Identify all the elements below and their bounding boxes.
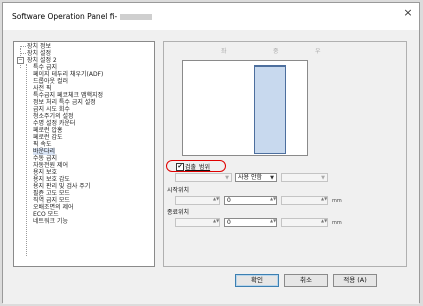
tree-item[interactable]: 수명 설정 카운터 [33, 120, 75, 127]
tree-item[interactable]: 직역 급지 모드 [33, 197, 70, 204]
tree-item[interactable]: 자동전원 제어 [33, 162, 68, 169]
tree-item[interactable]: 오배조면의 제어 [33, 204, 74, 211]
apply-button[interactable]: 적용 (A) [333, 274, 377, 287]
detection-range-row[interactable]: ✔ 검출_범위 [166, 160, 226, 172]
tree-item[interactable]: 필쥰 고도 모드 [33, 190, 70, 197]
end-center-input[interactable]: 0 ▲▼ [224, 218, 277, 227]
tree-line [20, 46, 26, 47]
paper-top-edge [254, 65, 286, 67]
tree-item-selected[interactable]: 바운다리 [33, 148, 56, 155]
start-right-input[interactable]: ▲▼ [281, 196, 328, 205]
redacted-model-name [120, 14, 153, 20]
tree-item[interactable]: 청소주기의 설정 [33, 113, 74, 120]
settings-tree[interactable]: 장치 정보 장치 설정 − 장치 설정 2 특수 급지 페이지 테두리 채우기(… [13, 41, 155, 267]
tree-item[interactable]: ECO 모드 [33, 211, 59, 218]
tree-line [26, 64, 27, 256]
chevron-down-icon: ▼ [321, 175, 325, 181]
tree-item[interactable]: 픽 속도 [33, 141, 51, 148]
start-position-label: 시작위치 [167, 187, 190, 194]
tree-item[interactable]: 정보 처리 특수 금지 설정 [33, 99, 96, 106]
spinner-icon[interactable]: ▲▼ [213, 219, 219, 226]
tree-item[interactable]: 용지 판리 및 검사 주기 [33, 183, 90, 190]
tree-line [20, 53, 26, 54]
spinner-icon[interactable]: ▲▼ [321, 197, 327, 204]
paper-preview [182, 60, 308, 156]
start-center-input[interactable]: 0 ▲▼ [224, 196, 277, 205]
tree-item[interactable]: 페이지 테두리 채우기(ADF) [33, 71, 103, 78]
tree-item[interactable]: 페로런 압홍 [33, 127, 63, 134]
end-right-input[interactable]: ▲▼ [281, 218, 328, 227]
tree-item[interactable]: 장치 설정 2 [27, 57, 57, 64]
tree-item[interactable]: 드롭아웃 컬러 [33, 78, 68, 85]
tree-item[interactable]: 특수 급지 [33, 64, 57, 71]
collapse-icon[interactable]: − [17, 57, 24, 64]
end-position-label: 종료위치 [167, 209, 190, 216]
end-left-input[interactable]: ▲▼ [175, 218, 220, 227]
start-unit-label: mm [332, 198, 342, 204]
tree-item[interactable]: 장치 정보 [27, 43, 51, 50]
tree-item[interactable]: 용지 보호 감도 [33, 176, 70, 183]
ok-button[interactable]: 확인 [235, 274, 279, 287]
tree-item[interactable]: 특수급지 페코체크 맵핵지정 [33, 92, 103, 99]
operation-panel-window: Software Operation Panel fi- × 장치 정보 장치 … [2, 2, 420, 304]
spinner-icon[interactable]: ▲▼ [213, 197, 219, 204]
detection-range-checkbox[interactable]: ✔ [176, 163, 184, 171]
start-left-input[interactable]: ▲▼ [175, 196, 220, 205]
column-label-center: 중 [273, 48, 279, 55]
settings-pane: 좌 중 우 ✔ 검출_범위 ▼ 사용 안함 ▼ ▼ 시작위치 ▲▼ 0 ▲▼ ▲… [163, 41, 407, 267]
right-mode-select[interactable]: ▼ [281, 173, 328, 182]
title-bar: Software Operation Panel fi- × [3, 3, 419, 30]
paper-area [254, 65, 286, 154]
chevron-down-icon: ▼ [225, 175, 229, 181]
tree-item[interactable]: 장치 설정 [27, 50, 51, 57]
spinner-icon[interactable]: ▲▼ [321, 219, 327, 226]
chevron-down-icon: ▼ [270, 175, 274, 181]
tree-item[interactable]: 네트워크 기능 [33, 218, 68, 225]
spinner-icon[interactable]: ▲▼ [270, 219, 276, 226]
tree-item[interactable]: 페로런 감도 [33, 134, 63, 141]
start-center-value: 0 [227, 197, 231, 204]
center-mode-value: 사용 안함 [238, 174, 262, 181]
tree-item[interactable]: 급지 시도 회수 [33, 106, 70, 113]
window-title: Software Operation Panel fi- [12, 12, 153, 21]
left-mode-select[interactable]: ▼ [175, 173, 232, 182]
close-icon[interactable]: × [402, 7, 414, 19]
tree-item[interactable]: 용지 보호 [33, 169, 57, 176]
tree-item[interactable]: 사전 픽 [33, 85, 51, 92]
center-mode-select[interactable]: 사용 안함 ▼ [235, 173, 277, 182]
cancel-button[interactable]: 취소 [284, 274, 328, 287]
end-center-value: 0 [227, 219, 231, 226]
column-label-left: 좌 [221, 48, 227, 55]
detection-range-label: 검출_범위 [185, 164, 211, 171]
dialog-body: 장치 정보 장치 설정 − 장치 설정 2 특수 급지 페이지 테두리 채우기(… [3, 30, 419, 304]
end-unit-label: mm [332, 220, 342, 226]
spinner-icon[interactable]: ▲▼ [270, 197, 276, 204]
tree-item[interactable]: 수동 급지 [33, 155, 57, 162]
column-label-right: 우 [315, 48, 321, 55]
